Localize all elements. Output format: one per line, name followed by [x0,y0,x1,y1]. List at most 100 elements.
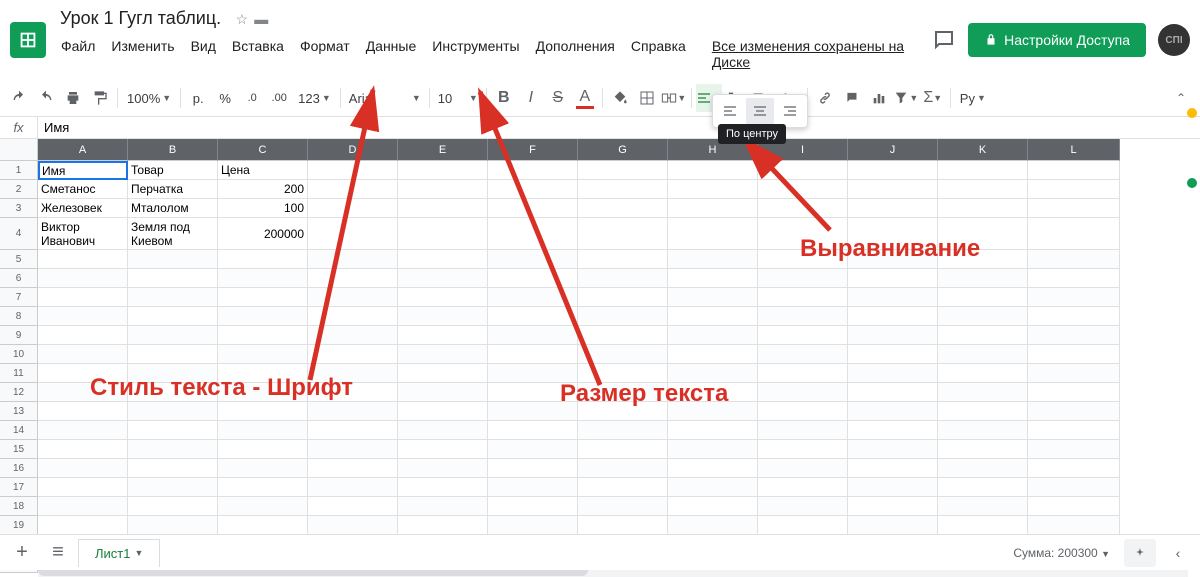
cell[interactable] [848,288,938,307]
cell[interactable] [848,364,938,383]
cell[interactable] [308,440,398,459]
row-header[interactable]: 6 [0,269,38,288]
cell[interactable] [488,421,578,440]
cell[interactable] [938,180,1028,199]
cell[interactable] [758,199,848,218]
cell[interactable] [398,421,488,440]
menu-addons[interactable]: Дополнения [529,34,622,74]
row-header[interactable]: 5 [0,250,38,269]
cell[interactable] [1028,326,1120,345]
cell[interactable] [308,326,398,345]
col-header[interactable]: F [488,139,578,161]
comments-icon[interactable] [932,28,956,52]
percent-icon[interactable]: % [212,84,238,112]
cell[interactable] [758,383,848,402]
cell[interactable] [128,345,218,364]
cell[interactable] [758,307,848,326]
cell[interactable] [848,421,938,440]
cell[interactable] [38,402,128,421]
cell[interactable] [218,421,308,440]
cell[interactable]: Имя [38,161,128,180]
row-header[interactable]: 2 [0,180,38,199]
cell[interactable] [308,478,398,497]
side-panel-toggle-icon[interactable]: ‹ [1162,539,1194,567]
cell[interactable] [218,307,308,326]
fill-color-icon[interactable] [607,84,633,112]
row-header[interactable]: 11 [0,364,38,383]
zoom-select[interactable]: 100%▼ [122,91,176,106]
row-header[interactable]: 18 [0,497,38,516]
cell[interactable] [128,288,218,307]
cell[interactable] [758,440,848,459]
cell[interactable] [38,288,128,307]
cell[interactable] [668,161,758,180]
cell[interactable] [308,497,398,516]
cell[interactable] [758,161,848,180]
cell[interactable] [758,478,848,497]
row-header[interactable]: 12 [0,383,38,402]
cell[interactable] [128,269,218,288]
cell[interactable] [668,478,758,497]
cell[interactable] [578,288,668,307]
text-color-icon[interactable]: A [572,84,598,112]
cell[interactable] [308,269,398,288]
col-header[interactable]: G [578,139,668,161]
cell[interactable] [668,345,758,364]
cell[interactable] [938,516,1028,535]
cell[interactable] [1028,161,1120,180]
filter-icon[interactable]: ▼ [893,84,919,112]
cell[interactable] [128,440,218,459]
cell[interactable] [668,326,758,345]
menu-file[interactable]: Файл [54,34,102,74]
row-header[interactable]: 1 [0,161,38,180]
cell[interactable] [668,288,758,307]
share-button[interactable]: Настройки Доступа [968,23,1146,57]
add-sheet-icon[interactable]: + [6,539,38,567]
cell[interactable] [38,459,128,478]
cell[interactable] [308,402,398,421]
cell[interactable] [218,326,308,345]
cell[interactable] [1028,383,1120,402]
cell[interactable] [218,478,308,497]
cell[interactable] [218,440,308,459]
font-select[interactable]: Arial▼ [345,91,425,106]
align-right-icon[interactable] [776,98,804,124]
cell[interactable] [308,199,398,218]
cell[interactable] [848,199,938,218]
input-language-select[interactable]: Ру▼ [955,91,991,106]
cell[interactable] [938,307,1028,326]
cell[interactable] [488,161,578,180]
cell[interactable] [398,345,488,364]
cell[interactable]: Сметанос [38,180,128,199]
document-title[interactable]: Урок 1 Гугл таблиц. [54,6,227,31]
fx-icon[interactable]: fx [0,117,38,138]
cell[interactable] [488,440,578,459]
star-icon[interactable]: ☆ [236,11,249,28]
cell[interactable] [308,180,398,199]
cell[interactable] [128,421,218,440]
insert-link-icon[interactable] [812,84,838,112]
cell[interactable] [758,288,848,307]
row-header[interactable]: 3 [0,199,38,218]
cell[interactable] [128,402,218,421]
cell[interactable] [758,345,848,364]
avatar[interactable]: СПІ [1158,24,1190,56]
cell[interactable] [1028,307,1120,326]
cell[interactable] [488,218,578,250]
cell[interactable] [578,478,668,497]
col-header[interactable]: J [848,139,938,161]
cell[interactable] [938,497,1028,516]
cell[interactable] [848,459,938,478]
folder-icon[interactable]: ▬ [254,11,268,28]
cell[interactable] [758,326,848,345]
insert-comment-icon[interactable] [839,84,865,112]
merge-cells-icon[interactable]: ▼ [661,84,687,112]
cell[interactable] [218,345,308,364]
cell[interactable] [1028,218,1120,250]
col-header[interactable]: E [398,139,488,161]
cell[interactable] [488,459,578,478]
all-sheets-icon[interactable]: ≡ [42,539,74,567]
increase-decimal-icon[interactable]: .00 [266,84,292,112]
cell[interactable]: Перчатка [128,180,218,199]
paint-format-icon[interactable] [87,84,113,112]
